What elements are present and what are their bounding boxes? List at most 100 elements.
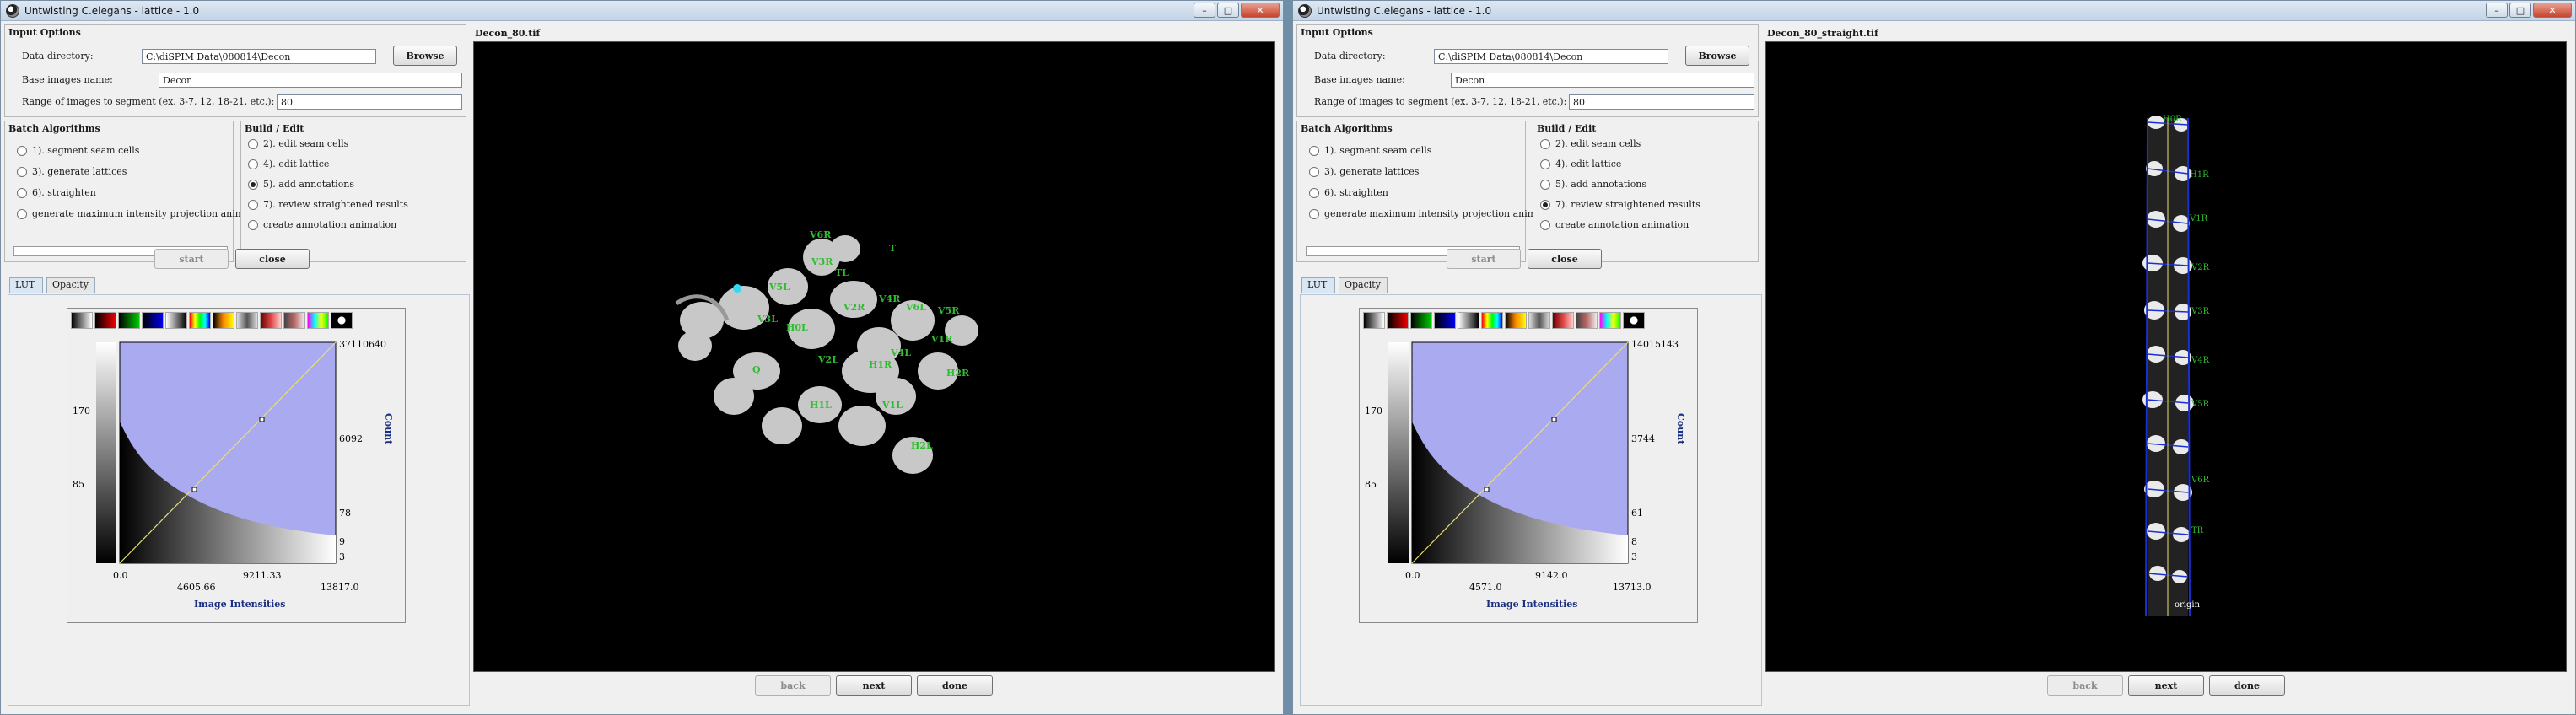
radio-indicator[interactable] <box>1309 187 1319 198</box>
radio-straighten[interactable]: 6). straighten <box>1309 187 1388 198</box>
annotation-label[interactable]: V1R <box>2189 214 2208 223</box>
annotation-label[interactable]: H1L <box>810 400 832 411</box>
transfer-point[interactable] <box>1484 487 1490 492</box>
radio-generate-lattices[interactable]: 3). generate lattices <box>17 166 127 177</box>
radio-create-annotation-animation[interactable]: create annotation animation <box>248 219 396 230</box>
annotation-label[interactable]: V5R <box>937 305 960 316</box>
range-input[interactable]: 80 <box>277 94 462 110</box>
data-directory-input[interactable]: C:\diSPIM Data\080814\Decon <box>142 49 376 64</box>
annotation-label[interactable]: TR <box>2191 526 2204 535</box>
radio-add-annotations[interactable]: 5). add annotations <box>248 179 354 190</box>
radio-create-annotation-animation[interactable]: create annotation animation <box>1540 219 1689 230</box>
lut-histogram[interactable]: 170 85 37110640 6092 78 9 3 Count 0.0 46… <box>67 329 405 622</box>
lut-swatch-mauve[interactable] <box>1576 312 1598 329</box>
annotation-label[interactable]: V5L <box>768 282 790 293</box>
volume-render[interactable]: V6R T TL V5L V4R V3R V2R V6L V5R V3L V1R… <box>474 42 1275 673</box>
done-button[interactable]: done <box>2209 675 2285 696</box>
annotation-label[interactable]: V1L <box>881 400 903 411</box>
back-button[interactable]: back <box>755 675 831 696</box>
annotation-label[interactable]: H2L <box>911 440 933 451</box>
volume-render-canvas[interactable]: V6R T TL V5L V4R V3R V2R V6L V5R V3L V1R… <box>473 41 1275 672</box>
lut-swatch-hot[interactable] <box>213 312 234 329</box>
minimize-button[interactable]: – <box>1194 3 1215 18</box>
next-button[interactable]: next <box>2128 675 2204 696</box>
radio-edit-seam-cells[interactable]: 2). edit seam cells <box>248 138 348 149</box>
close-button[interactable]: close <box>1528 249 1602 269</box>
lut-swatch-inverse[interactable] <box>165 312 187 329</box>
lut-swatch-inverse[interactable] <box>1458 312 1479 329</box>
lut-swatch-red[interactable] <box>94 312 116 329</box>
lut-swatch-stripes[interactable] <box>236 312 258 329</box>
annotation-label[interactable]: V2L <box>817 354 838 365</box>
browse-button[interactable]: Browse <box>1685 46 1749 66</box>
annotation-label[interactable]: H1R <box>869 359 892 370</box>
annotation-label[interactable]: H0R <box>2163 115 2182 124</box>
close-button[interactable]: close <box>235 249 310 269</box>
selected-marker[interactable] <box>733 284 741 293</box>
lut-swatch-mauve[interactable] <box>283 312 305 329</box>
radio-generate-lattices[interactable]: 3). generate lattices <box>1309 166 1419 177</box>
start-button[interactable]: start <box>1447 249 1521 269</box>
annotation-label[interactable]: Q <box>752 364 761 375</box>
start-button[interactable]: start <box>154 249 229 269</box>
radio-edit-lattice[interactable]: 4). edit lattice <box>248 159 329 169</box>
lut-swatch-blue[interactable] <box>1434 312 1456 329</box>
radio-edit-seam-cells[interactable]: 2). edit seam cells <box>1540 138 1641 149</box>
annotation-label[interactable]: V4R <box>878 293 901 304</box>
radio-indicator[interactable] <box>17 166 27 177</box>
close-window-button[interactable]: ✕ <box>2533 3 2572 18</box>
lut-swatch-rainbow[interactable] <box>307 312 329 329</box>
radio-add-annotations[interactable]: 5). add annotations <box>1540 179 1646 190</box>
radio-indicator[interactable] <box>1540 159 1550 169</box>
annotation-label[interactable]: H0L <box>786 322 808 333</box>
annotation-label[interactable]: H2R <box>946 368 970 379</box>
annotation-label[interactable]: V5R <box>2191 400 2210 409</box>
annotation-label[interactable]: V3L <box>757 314 778 325</box>
annotation-label[interactable]: V2R <box>2191 263 2210 272</box>
transfer-point[interactable] <box>191 487 197 492</box>
radio-indicator[interactable] <box>248 219 258 230</box>
annotation-label[interactable]: V4L <box>890 347 911 358</box>
base-name-input[interactable]: Decon <box>1451 73 1754 88</box>
lut-swatch-gray[interactable] <box>1363 312 1385 329</box>
radio-indicator[interactable] <box>248 138 258 149</box>
annotation-label[interactable]: V6R <box>2191 476 2210 485</box>
radio-indicator[interactable] <box>248 199 258 210</box>
radio-indicator[interactable] <box>1309 208 1319 219</box>
tab-opacity[interactable]: Opacity <box>46 277 95 293</box>
annotation-label[interactable]: T <box>889 243 897 254</box>
transfer-point[interactable] <box>1551 417 1557 422</box>
radio-indicator[interactable] <box>1540 179 1550 190</box>
lut-swatch-hot[interactable] <box>1505 312 1527 329</box>
lut-swatch-blue[interactable] <box>142 312 164 329</box>
annotation-label[interactable]: V6R <box>809 229 832 240</box>
lut-swatch-rainbow[interactable] <box>1599 312 1621 329</box>
browse-button[interactable]: Browse <box>393 46 457 66</box>
title-bar[interactable]: Untwisting C.elegans - lattice - 1.0 – □… <box>1293 1 2575 21</box>
radio-generate-mip-animation[interactable]: generate maximum intensity projection an… <box>1309 208 1560 219</box>
radio-indicator[interactable] <box>17 208 27 219</box>
yin-yang-icon[interactable] <box>1623 312 1645 329</box>
lut-swatch-spectrum[interactable] <box>189 312 211 329</box>
lut-swatch-green[interactable] <box>1410 312 1432 329</box>
maximize-button[interactable]: □ <box>2509 3 2531 18</box>
next-button[interactable]: next <box>836 675 912 696</box>
transfer-point[interactable] <box>259 417 265 422</box>
lut-swatch-spectrum[interactable] <box>1481 312 1503 329</box>
radio-indicator[interactable] <box>248 179 258 190</box>
lut-swatch-green[interactable] <box>118 312 140 329</box>
title-bar[interactable]: Untwisting C.elegans - lattice - 1.0 – □… <box>1 1 1283 21</box>
radio-indicator[interactable] <box>17 187 27 198</box>
lut-swatch-warm[interactable] <box>1552 312 1574 329</box>
radio-indicator[interactable] <box>1540 219 1550 230</box>
radio-review-straightened[interactable]: 7). review straightened results <box>1540 199 1700 210</box>
close-window-button[interactable]: ✕ <box>1241 3 1280 18</box>
tab-lut[interactable]: LUT <box>9 277 43 293</box>
radio-indicator[interactable] <box>1309 166 1319 177</box>
lut-swatch-stripes[interactable] <box>1528 312 1550 329</box>
back-button[interactable]: back <box>2047 675 2123 696</box>
base-name-input[interactable]: Decon <box>159 73 462 88</box>
done-button[interactable]: done <box>917 675 993 696</box>
annotation-label[interactable]: origin <box>2175 600 2201 610</box>
radio-straighten[interactable]: 6). straighten <box>17 187 96 198</box>
